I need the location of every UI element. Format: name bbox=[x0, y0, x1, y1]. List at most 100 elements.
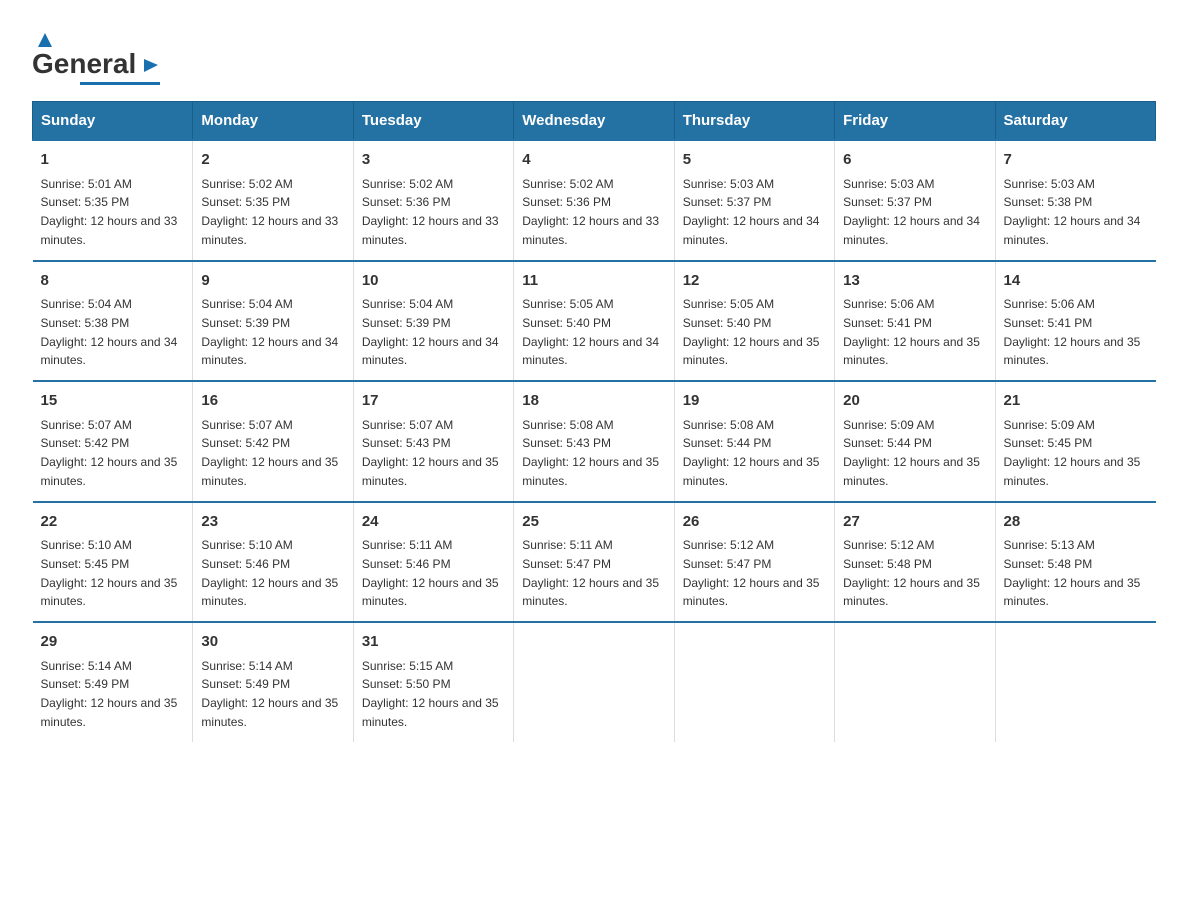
calendar-week-row: 1 Sunrise: 5:01 AMSunset: 5:35 PMDaylight… bbox=[33, 140, 1156, 261]
day-number: 11 bbox=[522, 270, 665, 293]
calendar-header-row: SundayMondayTuesdayWednesdayThursdayFrid… bbox=[33, 102, 1156, 141]
day-info: Sunrise: 5:15 AMSunset: 5:50 PMDaylight:… bbox=[362, 659, 499, 729]
calendar-cell bbox=[835, 622, 995, 742]
day-number: 24 bbox=[362, 511, 505, 534]
calendar-cell: 3 Sunrise: 5:02 AMSunset: 5:36 PMDaylight… bbox=[353, 140, 513, 261]
day-number: 5 bbox=[683, 149, 826, 172]
calendar-cell: 31Sunrise: 5:15 AMSunset: 5:50 PMDayligh… bbox=[353, 622, 513, 742]
day-number: 22 bbox=[41, 511, 185, 534]
calendar-cell: 22 Sunrise: 5:10 AMSunset: 5:45 PMDayligh… bbox=[33, 502, 193, 623]
day-number: 15 bbox=[41, 390, 185, 413]
day-number: 20 bbox=[843, 390, 986, 413]
col-header-sunday: Sunday bbox=[33, 102, 193, 141]
calendar-cell: 15 Sunrise: 5:07 AMSunset: 5:42 PMDayligh… bbox=[33, 381, 193, 502]
calendar-cell: 28 Sunrise: 5:13 AMSunset: 5:48 PMDayligh… bbox=[995, 502, 1155, 623]
calendar-cell bbox=[995, 622, 1155, 742]
day-info: Sunrise: 5:07 AMSunset: 5:43 PMDaylight:… bbox=[362, 418, 499, 488]
calendar-cell: 21 Sunrise: 5:09 AMSunset: 5:45 PMDayligh… bbox=[995, 381, 1155, 502]
calendar-cell: 1 Sunrise: 5:01 AMSunset: 5:35 PMDaylight… bbox=[33, 140, 193, 261]
calendar-cell: 30 Sunrise: 5:14 AMSunset: 5:49 PMDayligh… bbox=[193, 622, 353, 742]
calendar-cell: 26 Sunrise: 5:12 AMSunset: 5:47 PMDayligh… bbox=[674, 502, 834, 623]
day-number: 28 bbox=[1004, 511, 1148, 534]
day-number: 21 bbox=[1004, 390, 1148, 413]
calendar-cell: 14 Sunrise: 5:06 AMSunset: 5:41 PMDayligh… bbox=[995, 261, 1155, 382]
day-info: Sunrise: 5:12 AMSunset: 5:47 PMDaylight:… bbox=[683, 538, 820, 608]
day-number: 12 bbox=[683, 270, 826, 293]
col-header-wednesday: Wednesday bbox=[514, 102, 674, 141]
calendar-cell bbox=[514, 622, 674, 742]
calendar-cell: 18Sunrise: 5:08 AMSunset: 5:43 PMDayligh… bbox=[514, 381, 674, 502]
calendar-cell: 7 Sunrise: 5:03 AMSunset: 5:38 PMDaylight… bbox=[995, 140, 1155, 261]
day-info: Sunrise: 5:09 AMSunset: 5:45 PMDaylight:… bbox=[1004, 418, 1141, 488]
calendar-cell: 12Sunrise: 5:05 AMSunset: 5:40 PMDayligh… bbox=[674, 261, 834, 382]
day-info: Sunrise: 5:10 AMSunset: 5:46 PMDaylight:… bbox=[201, 538, 338, 608]
day-info: Sunrise: 5:07 AMSunset: 5:42 PMDaylight:… bbox=[41, 418, 178, 488]
calendar-cell: 5Sunrise: 5:03 AMSunset: 5:37 PMDaylight… bbox=[674, 140, 834, 261]
day-info: Sunrise: 5:08 AMSunset: 5:43 PMDaylight:… bbox=[522, 418, 659, 488]
calendar-cell: 19 Sunrise: 5:08 AMSunset: 5:44 PMDayligh… bbox=[674, 381, 834, 502]
calendar-week-row: 29 Sunrise: 5:14 AMSunset: 5:49 PMDayligh… bbox=[33, 622, 1156, 742]
calendar-week-row: 15 Sunrise: 5:07 AMSunset: 5:42 PMDayligh… bbox=[33, 381, 1156, 502]
calendar-cell: 17Sunrise: 5:07 AMSunset: 5:43 PMDayligh… bbox=[353, 381, 513, 502]
calendar-cell bbox=[674, 622, 834, 742]
day-number: 26 bbox=[683, 511, 826, 534]
day-info: Sunrise: 5:14 AMSunset: 5:49 PMDaylight:… bbox=[201, 659, 338, 729]
col-header-thursday: Thursday bbox=[674, 102, 834, 141]
day-number: 16 bbox=[201, 390, 344, 413]
day-number: 29 bbox=[41, 631, 185, 654]
day-info: Sunrise: 5:10 AMSunset: 5:45 PMDaylight:… bbox=[41, 538, 178, 608]
calendar-cell: 2Sunrise: 5:02 AMSunset: 5:35 PMDaylight… bbox=[193, 140, 353, 261]
day-info: Sunrise: 5:01 AMSunset: 5:35 PMDaylight:… bbox=[41, 177, 178, 247]
day-number: 4 bbox=[522, 149, 665, 172]
calendar-cell: 20 Sunrise: 5:09 AMSunset: 5:44 PMDayligh… bbox=[835, 381, 995, 502]
day-info: Sunrise: 5:06 AMSunset: 5:41 PMDaylight:… bbox=[1004, 297, 1141, 367]
calendar-cell: 27 Sunrise: 5:12 AMSunset: 5:48 PMDayligh… bbox=[835, 502, 995, 623]
day-number: 7 bbox=[1004, 149, 1148, 172]
calendar-cell: 4 Sunrise: 5:02 AMSunset: 5:36 PMDaylight… bbox=[514, 140, 674, 261]
col-header-friday: Friday bbox=[835, 102, 995, 141]
calendar-week-row: 22 Sunrise: 5:10 AMSunset: 5:45 PMDayligh… bbox=[33, 502, 1156, 623]
day-info: Sunrise: 5:12 AMSunset: 5:48 PMDaylight:… bbox=[843, 538, 980, 608]
calendar-table: SundayMondayTuesdayWednesdayThursdayFrid… bbox=[32, 101, 1156, 742]
day-number: 10 bbox=[362, 270, 505, 293]
day-number: 19 bbox=[683, 390, 826, 413]
calendar-cell: 13 Sunrise: 5:06 AMSunset: 5:41 PMDayligh… bbox=[835, 261, 995, 382]
day-number: 30 bbox=[201, 631, 344, 654]
calendar-cell: 16 Sunrise: 5:07 AMSunset: 5:42 PMDayligh… bbox=[193, 381, 353, 502]
day-number: 9 bbox=[201, 270, 344, 293]
day-info: Sunrise: 5:05 AMSunset: 5:40 PMDaylight:… bbox=[522, 297, 659, 367]
day-info: Sunrise: 5:07 AMSunset: 5:42 PMDaylight:… bbox=[201, 418, 338, 488]
page-header: General bbox=[32, 24, 1156, 85]
day-info: Sunrise: 5:08 AMSunset: 5:44 PMDaylight:… bbox=[683, 418, 820, 488]
day-number: 13 bbox=[843, 270, 986, 293]
col-header-tuesday: Tuesday bbox=[353, 102, 513, 141]
day-number: 27 bbox=[843, 511, 986, 534]
day-info: Sunrise: 5:09 AMSunset: 5:44 PMDaylight:… bbox=[843, 418, 980, 488]
day-number: 6 bbox=[843, 149, 986, 172]
calendar-cell: 24Sunrise: 5:11 AMSunset: 5:46 PMDayligh… bbox=[353, 502, 513, 623]
day-info: Sunrise: 5:02 AMSunset: 5:36 PMDaylight:… bbox=[362, 177, 499, 247]
calendar-cell: 6 Sunrise: 5:03 AMSunset: 5:37 PMDaylight… bbox=[835, 140, 995, 261]
day-info: Sunrise: 5:03 AMSunset: 5:37 PMDaylight:… bbox=[843, 177, 980, 247]
calendar-week-row: 8 Sunrise: 5:04 AMSunset: 5:38 PMDaylight… bbox=[33, 261, 1156, 382]
logo-arrow-icon bbox=[140, 54, 162, 76]
day-number: 3 bbox=[362, 149, 505, 172]
day-info: Sunrise: 5:02 AMSunset: 5:36 PMDaylight:… bbox=[522, 177, 659, 247]
day-number: 1 bbox=[41, 149, 185, 172]
day-number: 8 bbox=[41, 270, 185, 293]
day-info: Sunrise: 5:06 AMSunset: 5:41 PMDaylight:… bbox=[843, 297, 980, 367]
calendar-cell: 25Sunrise: 5:11 AMSunset: 5:47 PMDayligh… bbox=[514, 502, 674, 623]
day-number: 23 bbox=[201, 511, 344, 534]
logo: General bbox=[32, 24, 162, 85]
calendar-cell: 9Sunrise: 5:04 AMSunset: 5:39 PMDaylight… bbox=[193, 261, 353, 382]
day-number: 25 bbox=[522, 511, 665, 534]
calendar-cell: 10Sunrise: 5:04 AMSunset: 5:39 PMDayligh… bbox=[353, 261, 513, 382]
logo-underline bbox=[80, 82, 160, 85]
day-info: Sunrise: 5:03 AMSunset: 5:38 PMDaylight:… bbox=[1004, 177, 1141, 247]
day-number: 14 bbox=[1004, 270, 1148, 293]
day-number: 2 bbox=[201, 149, 344, 172]
day-info: Sunrise: 5:04 AMSunset: 5:38 PMDaylight:… bbox=[41, 297, 178, 367]
day-info: Sunrise: 5:14 AMSunset: 5:49 PMDaylight:… bbox=[41, 659, 178, 729]
col-header-saturday: Saturday bbox=[995, 102, 1155, 141]
day-info: Sunrise: 5:13 AMSunset: 5:48 PMDaylight:… bbox=[1004, 538, 1141, 608]
